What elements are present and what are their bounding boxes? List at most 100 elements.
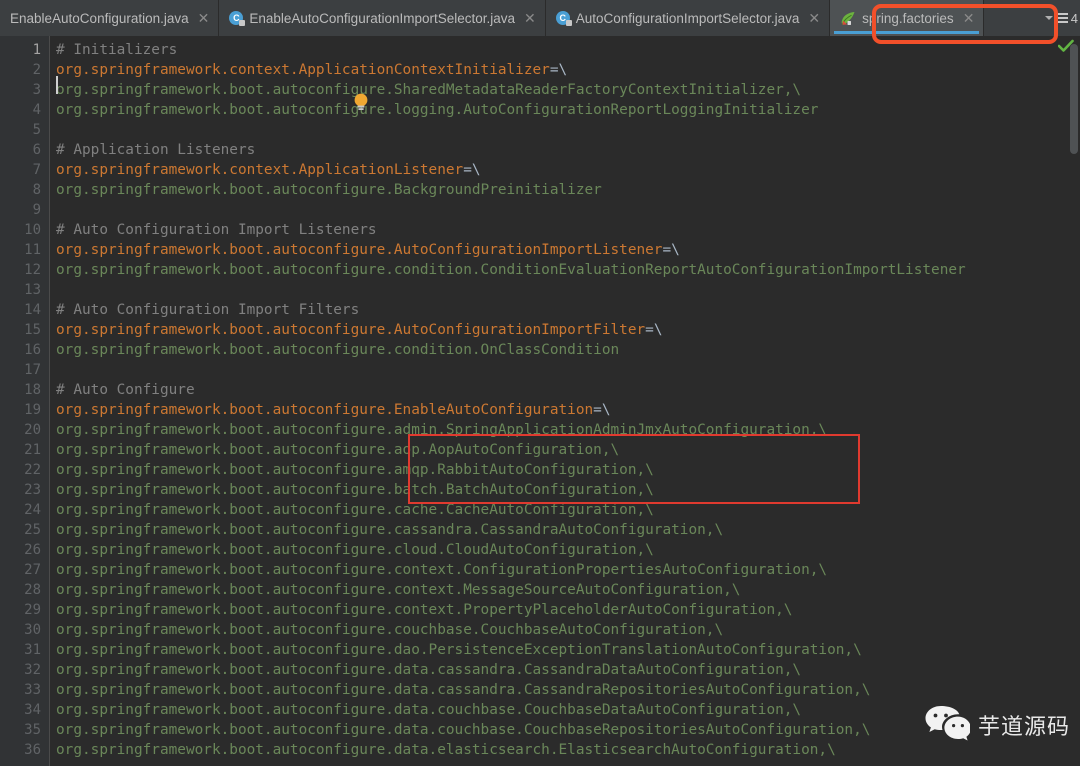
line-number[interactable]: 7: [0, 160, 41, 180]
code-line[interactable]: org.springframework.boot.autoconfigure.S…: [56, 80, 801, 100]
code-token: org.springframework.boot.autoconfigure.c…: [56, 522, 724, 538]
code-line[interactable]: # Application Listeners: [56, 140, 255, 160]
line-number[interactable]: 32: [0, 660, 41, 680]
code-line[interactable]: org.springframework.boot.autoconfigure.A…: [56, 240, 680, 260]
code-token: org.springframework.context.ApplicationC…: [56, 62, 550, 78]
ide-window: EnableAutoConfiguration.java ✕ C EnableAuto…: [0, 0, 1080, 766]
line-number[interactable]: 15: [0, 320, 41, 340]
code-line[interactable]: org.springframework.boot.autoconfigure.a…: [56, 440, 619, 460]
line-number[interactable]: 5: [0, 120, 41, 140]
code-line[interactable]: org.springframework.boot.autoconfigure.c…: [56, 520, 723, 540]
line-number[interactable]: 10: [0, 220, 41, 240]
line-number-gutter[interactable]: 1 2 3 4 5 6 7 8 9 10 11 12 13 14 15 16 17 18 19 20 21 22 23 24 2…: [0, 36, 50, 766]
line-number[interactable]: 17: [0, 360, 41, 380]
line-number[interactable]: 18: [0, 380, 41, 400]
line-number[interactable]: 4: [0, 100, 41, 120]
line-number[interactable]: 20: [0, 420, 41, 440]
code-token: org.springframework.boot.autoconfigure.c…: [56, 262, 966, 278]
close-icon[interactable]: ✕: [524, 10, 536, 27]
code-line[interactable]: org.springframework.boot.autoconfigure.c…: [56, 620, 723, 640]
code-line[interactable]: org.springframework.boot.autoconfigure.A…: [56, 320, 662, 340]
close-icon[interactable]: ✕: [963, 10, 975, 27]
code-line[interactable]: org.springframework.boot.autoconfigure.d…: [56, 700, 801, 720]
line-number[interactable]: 14: [0, 300, 41, 320]
code-line[interactable]: org.springframework.boot.autoconfigure.B…: [56, 180, 602, 200]
code-line[interactable]: org.springframework.boot.autoconfigure.l…: [56, 100, 818, 120]
close-icon[interactable]: ✕: [198, 10, 210, 27]
line-number[interactable]: 30: [0, 620, 41, 640]
line-number[interactable]: 13: [0, 280, 41, 300]
java-class-icon: C: [555, 11, 572, 26]
line-number[interactable]: 3: [0, 80, 41, 100]
code-line[interactable]: org.springframework.boot.autoconfigure.a…: [56, 420, 827, 440]
line-number[interactable]: 29: [0, 600, 41, 620]
code-token: org.springframework.boot.autoconfigure.a…: [56, 462, 654, 478]
code-line[interactable]: # Auto Configuration Import Listeners: [56, 220, 377, 240]
line-number[interactable]: 22: [0, 460, 41, 480]
line-number[interactable]: 25: [0, 520, 41, 540]
editor-tab-2[interactable]: C EnableAutoConfigurationImportSelector.j…: [219, 0, 546, 36]
line-number[interactable]: 34: [0, 700, 41, 720]
line-number[interactable]: 28: [0, 580, 41, 600]
editor-tab-label: spring.factories: [862, 10, 954, 26]
line-number[interactable]: 26: [0, 540, 41, 560]
code-editor[interactable]: 1 2 3 4 5 6 7 8 9 10 11 12 13 14 15 16 17 18 19 20 21 22 23 24 2…: [0, 36, 1080, 766]
code-line[interactable]: org.springframework.boot.autoconfigure.c…: [56, 600, 792, 620]
editor-tab-label: AutoConfigurationImportSelector.java: [575, 10, 800, 26]
line-number[interactable]: 24: [0, 500, 41, 520]
line-number[interactable]: 16: [0, 340, 41, 360]
chevron-down-icon[interactable]: [1044, 16, 1053, 20]
code-line[interactable]: org.springframework.boot.autoconfigure.c…: [56, 580, 740, 600]
tab-list-icon[interactable]: [1055, 13, 1068, 23]
code-line[interactable]: org.springframework.boot.autoconfigure.c…: [56, 340, 619, 360]
code-line[interactable]: org.springframework.boot.autoconfigure.d…: [56, 740, 836, 760]
line-number[interactable]: 1: [0, 40, 41, 60]
code-line[interactable]: org.springframework.context.ApplicationL…: [56, 160, 481, 180]
green-check-icon[interactable]: [1057, 38, 1074, 57]
line-number[interactable]: 2: [0, 60, 41, 80]
editor-tab-1[interactable]: EnableAutoConfiguration.java ✕: [0, 0, 220, 36]
code-line[interactable]: org.springframework.boot.autoconfigure.c…: [56, 540, 654, 560]
line-number[interactable]: 19: [0, 400, 41, 420]
line-number[interactable]: 33: [0, 680, 41, 700]
line-number[interactable]: 21: [0, 440, 41, 460]
code-line[interactable]: org.springframework.boot.autoconfigure.E…: [56, 400, 611, 420]
code-token: org.springframework.boot.autoconfigure.E…: [56, 402, 594, 418]
code-line[interactable]: org.springframework.context.ApplicationC…: [56, 60, 567, 80]
vertical-scrollbar-thumb[interactable]: [1070, 44, 1078, 154]
code-line[interactable]: org.springframework.boot.autoconfigure.a…: [56, 460, 654, 480]
code-token: org.springframework.boot.autoconfigure.c…: [56, 502, 654, 518]
code-line[interactable]: org.springframework.boot.autoconfigure.d…: [56, 660, 801, 680]
code-token: org.springframework.boot.autoconfigure.d…: [56, 662, 802, 678]
line-number[interactable]: 27: [0, 560, 41, 580]
line-number[interactable]: 6: [0, 140, 41, 160]
line-number[interactable]: 12: [0, 260, 41, 280]
code-token: =\: [662, 242, 680, 258]
code-line[interactable]: org.springframework.boot.autoconfigure.c…: [56, 560, 827, 580]
code-line[interactable]: org.springframework.boot.autoconfigure.d…: [56, 720, 870, 740]
code-token: =\: [549, 62, 568, 78]
line-number[interactable]: 35: [0, 720, 41, 740]
close-icon[interactable]: ✕: [808, 10, 820, 27]
code-token: org.springframework.boot.autoconfigure.S…: [56, 82, 802, 98]
code-line[interactable]: org.springframework.boot.autoconfigure.c…: [56, 260, 966, 280]
line-number[interactable]: 31: [0, 640, 41, 660]
code-line[interactable]: # Auto Configuration Import Filters: [56, 300, 359, 320]
code-line[interactable]: org.springframework.boot.autoconfigure.b…: [56, 480, 654, 500]
lightbulb-icon[interactable]: [352, 92, 370, 112]
code-line[interactable]: # Initializers: [56, 40, 177, 60]
code-line[interactable]: # Auto Configure: [56, 380, 195, 400]
code-token: # Auto Configuration Import Filters: [56, 302, 360, 318]
code-line[interactable]: org.springframework.boot.autoconfigure.d…: [56, 680, 870, 700]
code-line[interactable]: org.springframework.boot.autoconfigure.d…: [56, 640, 862, 660]
code-content[interactable]: # Initializers org.springframework.contex…: [56, 36, 1080, 766]
line-number[interactable]: 9: [0, 200, 41, 220]
line-number[interactable]: 11: [0, 240, 41, 260]
code-line[interactable]: org.springframework.boot.autoconfigure.c…: [56, 500, 654, 520]
line-number[interactable]: 23: [0, 480, 41, 500]
editor-tab-3[interactable]: C AutoConfigurationImportSelector.java ✕: [545, 0, 831, 36]
line-number[interactable]: 8: [0, 180, 41, 200]
line-number[interactable]: 36: [0, 740, 41, 760]
editor-tab-4[interactable]: spring.factories ✕: [830, 0, 985, 36]
code-token: org.springframework.boot.autoconfigure.d…: [56, 642, 862, 658]
